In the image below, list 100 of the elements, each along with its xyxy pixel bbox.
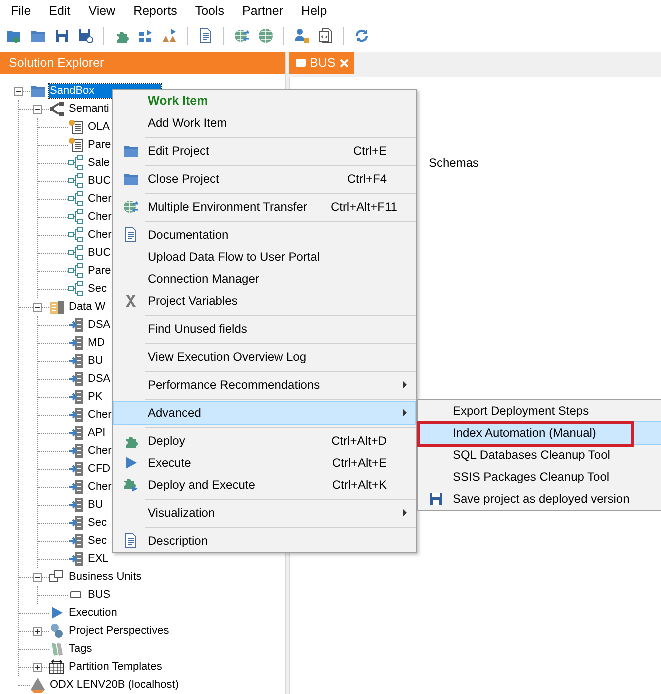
menu-title[interactable]: File (2, 4, 40, 18)
tree-item[interactable]: Data W (69, 300, 106, 314)
tree-item[interactable]: DSA (88, 372, 111, 386)
menu-item[interactable]: Documentation (114, 224, 415, 246)
tree-item[interactable]: Cher (88, 228, 112, 242)
menu-item[interactable]: SSIS Packages Cleanup Tool (419, 466, 661, 488)
tree-item[interactable]: Cher (88, 444, 112, 458)
menu-item[interactable]: Description (114, 530, 415, 552)
table-import-icon (68, 515, 84, 531)
tree-item[interactable]: MD (88, 336, 106, 350)
security-button[interactable] (292, 26, 311, 46)
table-import-icon (68, 407, 84, 423)
table-import-icon (68, 335, 84, 351)
table-import-icon (68, 551, 84, 567)
menu-title[interactable]: Help (292, 4, 336, 18)
tree-item[interactable]: API (88, 426, 106, 440)
menu-item[interactable]: Close Project Ctrl+F4 (114, 168, 415, 190)
refresh-icon (354, 28, 370, 44)
tree-item[interactable]: Sale (88, 156, 110, 170)
panel-title: Solution Explorer (0, 52, 285, 74)
menu-title[interactable]: Partner (234, 4, 293, 18)
menu-item[interactable]: SQL Databases Cleanup Tool (419, 444, 661, 466)
menu-item[interactable]: Index Automation (Manual) (419, 422, 661, 444)
menu-item[interactable]: Project Variables (114, 290, 415, 312)
menu-item[interactable]: View Execution Overview Log (114, 346, 415, 368)
table-import-icon (68, 533, 84, 549)
menu-item[interactable]: Connection Manager (114, 268, 415, 290)
tree-item[interactable]: OLA (88, 120, 110, 134)
tree-item[interactable]: Pare (88, 264, 112, 278)
menu-title[interactable]: Tools (186, 4, 234, 18)
collapse-icon[interactable] (32, 302, 42, 312)
menu-item[interactable]: Deploy and Execute Ctrl+Alt+K (114, 474, 415, 496)
tree-item[interactable]: Execution (69, 606, 118, 620)
menu-item[interactable]: Edit Project Ctrl+E (114, 140, 415, 162)
folder-icon (123, 171, 139, 187)
collapse-icon[interactable] (14, 86, 22, 96)
collapse-icon[interactable] (32, 104, 42, 114)
tree-item[interactable]: PK (88, 390, 103, 404)
user-lock-icon (294, 28, 310, 44)
tree-item[interactable]: Sec (88, 282, 107, 296)
tree-item[interactable]: Pare (88, 138, 112, 152)
play-icon (123, 455, 139, 471)
menu-title[interactable]: Edit (40, 4, 80, 18)
expand-icon[interactable] (32, 626, 42, 636)
tree-item[interactable]: Sec (88, 516, 107, 530)
tree-item[interactable]: Cher (88, 408, 112, 422)
tree-item[interactable]: ODX LENV20B (localhost) (50, 678, 179, 692)
hierarchy-icon (49, 101, 65, 117)
menu-item[interactable]: Export Deployment Steps (419, 400, 661, 422)
tree-item[interactable]: Cher (88, 480, 112, 494)
collapse-icon[interactable] (32, 572, 42, 582)
tree-item[interactable]: DSA (88, 318, 111, 332)
menu-title[interactable]: View (80, 4, 125, 18)
menu-title[interactable]: Reports (124, 4, 186, 18)
save-icon (428, 491, 444, 507)
code-document-icon (318, 28, 334, 44)
tree-item[interactable]: Schemas (429, 156, 661, 174)
flow-icon (138, 28, 154, 44)
tree-item[interactable]: BUC (88, 174, 112, 188)
windows-icon (49, 569, 65, 585)
menu-item[interactable]: Advanced (114, 402, 415, 424)
globe-button[interactable] (256, 26, 275, 46)
tree-item[interactable]: CFD (88, 462, 111, 476)
open-folder-icon (30, 28, 46, 44)
tree-item[interactable]: Project Perspectives (69, 624, 170, 638)
tree-item[interactable]: EXL (88, 552, 109, 566)
model-icon (68, 209, 84, 225)
tree-item[interactable]: Tags (69, 642, 92, 656)
puzzle-play-icon (123, 477, 139, 493)
tree-item[interactable]: Semanti (69, 102, 110, 116)
menu-item[interactable]: Deploy Ctrl+Alt+D (114, 430, 415, 452)
menu-item[interactable]: Add Work Item (114, 112, 415, 134)
document-icon (123, 227, 139, 243)
tree-item[interactable]: BU (88, 354, 104, 368)
tree-item[interactable]: BUC (88, 246, 112, 260)
table-import-icon (68, 497, 84, 513)
table-import-icon (68, 317, 84, 333)
expand-icon[interactable] (32, 662, 42, 672)
tree-item[interactable]: Business Units (69, 570, 142, 584)
tags-icon (49, 641, 65, 657)
tree-item[interactable]: BUS (88, 588, 111, 602)
close-icon[interactable] (340, 58, 349, 68)
globe-icon (258, 28, 274, 44)
table-import-icon (68, 443, 84, 459)
tree-item[interactable]: Partition Templates (69, 660, 162, 674)
tree-item[interactable]: Sec (88, 534, 107, 548)
save-all-button[interactable] (76, 26, 95, 46)
table-import-icon (68, 425, 84, 441)
menu-item[interactable]: Performance Recommendations (114, 374, 415, 396)
play-icon (49, 605, 65, 621)
menu-item[interactable]: Multiple Environment Transfer Ctrl+Alt+F11 (114, 196, 415, 218)
model-icon (68, 191, 84, 207)
menu-item[interactable]: Execute Ctrl+Alt+E (114, 452, 415, 474)
menu-item[interactable]: Find Unused fields (114, 318, 415, 340)
tree-item[interactable]: Cher (88, 210, 112, 224)
menu-item[interactable]: Upload Data Flow to User Portal (114, 246, 415, 268)
menu-item[interactable]: Visualization (114, 502, 415, 524)
menu-item[interactable]: Save project as deployed version (419, 488, 661, 510)
tree-item[interactable]: BU (88, 498, 104, 512)
tree-item[interactable]: Cher (88, 192, 112, 206)
